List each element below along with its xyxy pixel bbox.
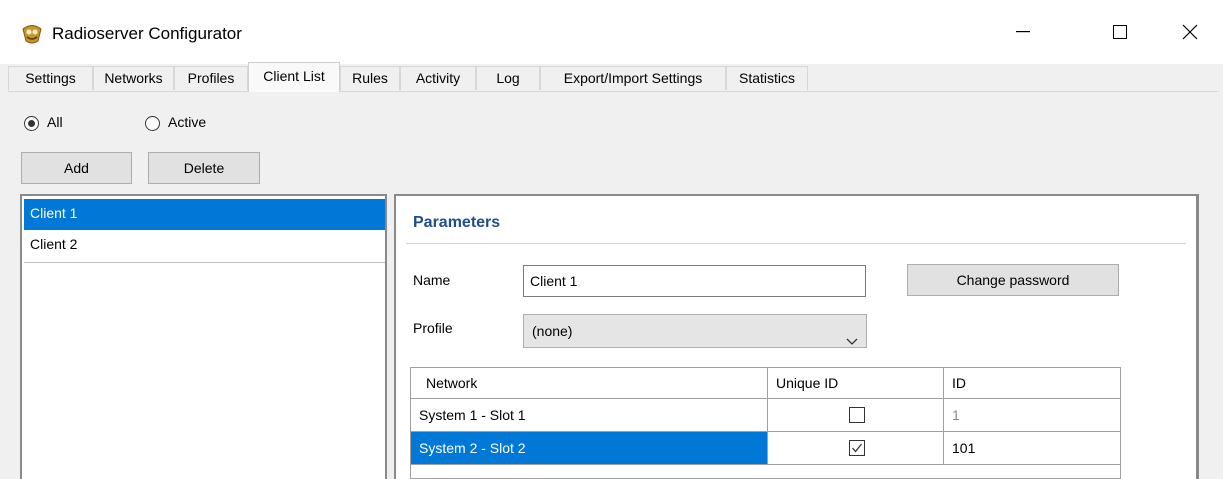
name-input[interactable]: Client 1 xyxy=(523,265,866,297)
grid-cell-network[interactable]: System 2 - Slot 2 xyxy=(411,432,768,465)
network-grid[interactable]: Network Unique ID ID System 1 - Slot 1 1… xyxy=(410,367,1121,479)
grid-cell-id[interactable]: 101 xyxy=(944,432,1120,465)
change-password-button[interactable]: Change password xyxy=(907,264,1119,296)
client-list-item-1[interactable]: Client 1 xyxy=(24,199,385,230)
parameters-divider xyxy=(406,243,1186,244)
grid-cell-network[interactable]: System 1 - Slot 1 xyxy=(411,399,768,432)
tab-strip-divider xyxy=(8,91,1218,92)
radio-active-label[interactable]: Active xyxy=(168,114,206,130)
parameters-title: Parameters xyxy=(413,214,501,231)
client-list-item-2[interactable]: Client 2 xyxy=(24,230,385,263)
tab-settings[interactable]: Settings xyxy=(8,66,93,90)
grid-cell-id[interactable]: 1 xyxy=(944,399,1120,432)
checkmark-icon xyxy=(852,443,863,453)
grid-header-unique-id[interactable]: Unique ID xyxy=(768,368,944,399)
window-title: Radioserver Configurator xyxy=(52,24,242,43)
grid-cell-unique-id[interactable] xyxy=(768,399,944,432)
minimize-button[interactable] xyxy=(993,0,1053,64)
grid-header-network[interactable]: Network xyxy=(411,368,768,399)
tab-activity[interactable]: Activity xyxy=(400,66,476,90)
tab-networks[interactable]: Networks xyxy=(93,66,174,90)
chevron-down-icon xyxy=(846,325,858,357)
add-button[interactable]: Add xyxy=(21,152,132,184)
radio-active[interactable] xyxy=(145,116,160,131)
close-button[interactable] xyxy=(1160,0,1220,64)
radioserver-app-icon xyxy=(21,23,43,45)
delete-button[interactable]: Delete xyxy=(148,152,260,184)
radio-all[interactable] xyxy=(24,116,39,131)
radio-selected-dot xyxy=(28,120,35,127)
tab-client-list[interactable]: Client List xyxy=(248,62,340,92)
unique-id-checkbox[interactable] xyxy=(849,407,865,423)
unique-id-checkbox[interactable] xyxy=(849,440,865,456)
profile-label: Profile xyxy=(413,320,453,336)
tab-rules[interactable]: Rules xyxy=(340,66,400,90)
tab-statistics[interactable]: Statistics xyxy=(726,66,808,90)
profile-select-value: (none) xyxy=(532,323,573,339)
maximize-button[interactable] xyxy=(1090,0,1150,64)
name-label: Name xyxy=(413,272,451,288)
tab-log[interactable]: Log xyxy=(476,66,540,90)
grid-cell-unique-id[interactable] xyxy=(768,432,944,465)
client-list[interactable]: Client 1 Client 2 xyxy=(20,194,387,479)
grid-header-id[interactable]: ID xyxy=(944,368,1120,399)
tab-export-import-settings[interactable]: Export/Import Settings xyxy=(540,66,726,90)
radio-all-label[interactable]: All xyxy=(47,114,63,130)
profile-select[interactable]: (none) xyxy=(523,314,867,348)
tab-profiles[interactable]: Profiles xyxy=(174,66,248,90)
